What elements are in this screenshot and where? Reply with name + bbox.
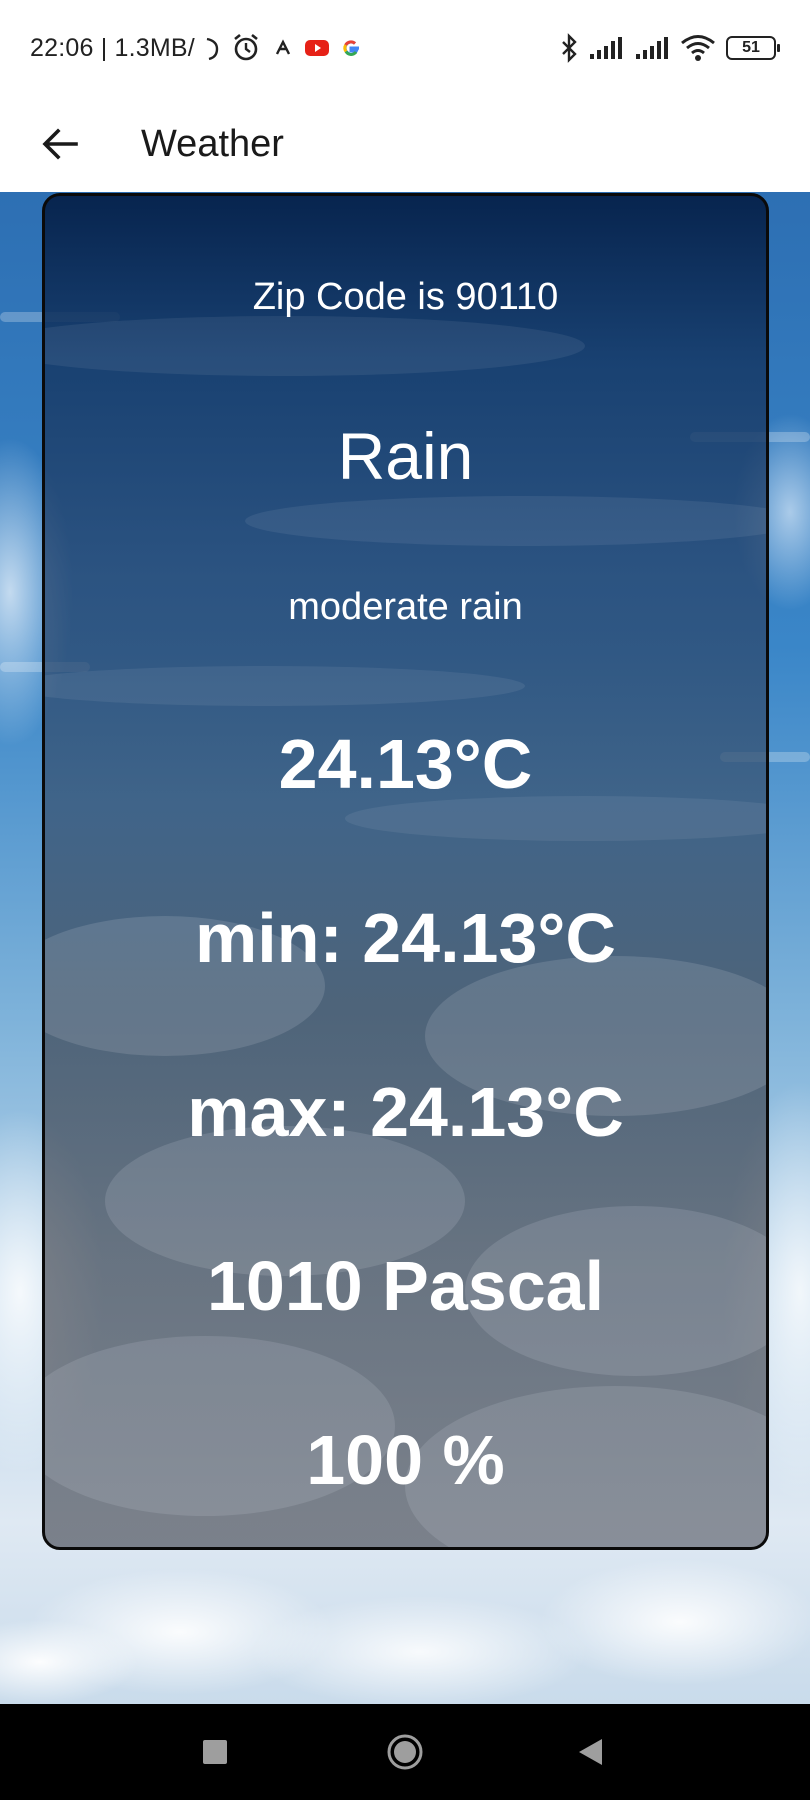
wifi-speed-icon xyxy=(205,35,221,61)
nav-back-button[interactable] xyxy=(560,1728,620,1776)
app-notification-icon xyxy=(271,36,295,60)
alarm-icon xyxy=(231,33,261,63)
signal-icon xyxy=(634,35,670,61)
youtube-icon xyxy=(304,39,329,57)
temperature-max: max: 24.13°C xyxy=(187,1073,624,1151)
weather-description: moderate rain xyxy=(288,586,523,628)
temperature-min: min: 24.13°C xyxy=(195,899,616,977)
weather-main: Rain xyxy=(337,419,474,493)
home-button[interactable] xyxy=(375,1728,435,1776)
status-bar: 22:06 | 1.3MB/ 51 xyxy=(0,0,810,96)
signal-icon xyxy=(588,35,624,61)
app-bar: Weather xyxy=(0,96,810,192)
recent-apps-icon xyxy=(203,1740,227,1764)
temperature: 24.13°C xyxy=(278,725,533,803)
battery-level: 51 xyxy=(742,39,760,56)
arrow-left-icon xyxy=(42,128,78,160)
status-time: 22:06 | 1.3MB/ xyxy=(30,33,195,62)
system-nav-bar xyxy=(0,1704,810,1800)
weather-card: Zip Code is 90110 Rain moderate rain 24.… xyxy=(42,193,769,1550)
back-icon xyxy=(579,1739,602,1765)
page-title: Weather xyxy=(141,123,284,165)
humidity: 100 % xyxy=(306,1421,505,1499)
zip-code-text: Zip Code is 90110 xyxy=(252,276,559,318)
recent-apps-button[interactable] xyxy=(185,1728,245,1776)
back-button[interactable] xyxy=(28,112,92,176)
battery-icon: 51 xyxy=(726,36,780,60)
wifi-icon xyxy=(680,34,716,62)
google-icon xyxy=(339,36,363,60)
bluetooth-icon xyxy=(560,33,578,63)
home-icon xyxy=(387,1734,423,1770)
pressure: 1010 Pascal xyxy=(206,1247,605,1325)
